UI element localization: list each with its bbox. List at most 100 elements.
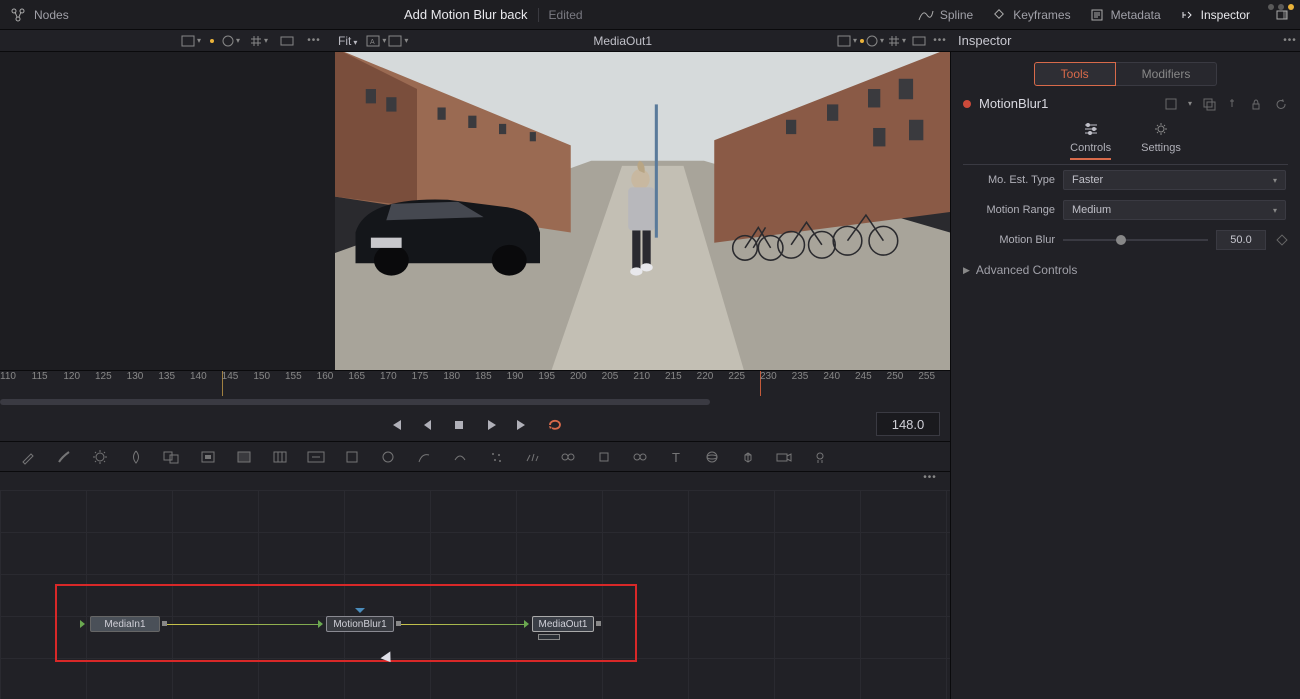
timeline-ruler[interactable]: 1101151201251301351401451501551601651701… <box>0 370 950 396</box>
ruler-tick: 225 <box>728 371 745 382</box>
controls-subtab[interactable]: Controls <box>1070 121 1111 160</box>
loop-button[interactable] <box>546 416 564 434</box>
stop-button[interactable] <box>450 416 468 434</box>
settings-subtab[interactable]: Settings <box>1141 121 1181 160</box>
motion-blur-slider[interactable] <box>1063 230 1208 250</box>
nodes-toggle[interactable]: Nodes <box>34 8 69 22</box>
nodes-icon <box>10 7 26 23</box>
go-start-button[interactable] <box>386 416 404 434</box>
grid-icon[interactable]: ▾ <box>248 32 270 50</box>
more-menu-center[interactable]: ••• <box>930 35 950 46</box>
node-motionblur1[interactable]: MotionBlur1 <box>326 616 394 632</box>
ruler-tick: 110 <box>0 371 16 382</box>
scrub-bar[interactable] <box>0 396 950 408</box>
paint-tool-icon[interactable] <box>18 447 38 467</box>
pin-icon[interactable] <box>1226 97 1240 111</box>
view-a-icon[interactable]: A▾ <box>365 32 387 50</box>
spline-icon <box>918 7 934 23</box>
shape3d-icon[interactable] <box>702 447 722 467</box>
versions-icon[interactable] <box>1164 97 1178 111</box>
mo-est-type-select[interactable]: Faster ▾ <box>1063 170 1286 190</box>
resize-icon[interactable] <box>306 447 326 467</box>
ruler-tick: 190 <box>507 371 524 382</box>
3d-icon[interactable] <box>594 447 614 467</box>
ruler-tick: 220 <box>697 371 714 382</box>
inspector-icon <box>1179 7 1195 23</box>
node-mediain1[interactable]: MediaIn1 <box>90 616 160 632</box>
motion-range-select[interactable]: Medium ▾ <box>1063 200 1286 220</box>
go-end-button[interactable] <box>514 416 532 434</box>
single-view2-icon[interactable] <box>908 32 930 50</box>
transport-controls: 148.0 <box>0 408 950 442</box>
node-input-port[interactable] <box>318 620 323 628</box>
keyframes-toggle[interactable]: Keyframes <box>991 7 1070 23</box>
ellipse-icon[interactable] <box>378 447 398 467</box>
ruler-tick: 130 <box>127 371 144 382</box>
nodes-label: Nodes <box>34 8 69 22</box>
play-button[interactable] <box>482 416 500 434</box>
node-graph-menu[interactable]: ••• <box>920 472 940 490</box>
node-graph[interactable]: ••• MediaIn1 MotionBlur1 MediaOut1 <box>0 472 950 699</box>
fit-dropdown[interactable]: Fit▾ <box>330 34 365 48</box>
ruler-tick: 135 <box>158 371 175 382</box>
polygon-icon[interactable] <box>414 447 434 467</box>
svg-text:A: A <box>370 39 375 46</box>
label: Spline <box>940 8 973 22</box>
ruler-tick: 245 <box>855 371 872 382</box>
node-label: MediaOut1 <box>539 619 588 630</box>
motion-blur-value[interactable]: 50.0 <box>1216 230 1266 250</box>
node-thumbnail <box>538 634 560 640</box>
particles-icon[interactable] <box>486 447 506 467</box>
view-b-icon[interactable]: ▾ <box>387 32 409 50</box>
grid2-icon[interactable]: ▾ <box>886 32 908 50</box>
camera-icon[interactable] <box>774 447 794 467</box>
advanced-controls-toggle[interactable]: ▶ Advanced Controls <box>951 255 1300 285</box>
rectangle-icon[interactable] <box>342 447 362 467</box>
metadata-toggle[interactable]: Metadata <box>1089 7 1161 23</box>
tab-modifiers[interactable]: Modifiers <box>1116 62 1218 86</box>
node-input-port[interactable] <box>80 620 85 628</box>
light-icon[interactable] <box>810 447 830 467</box>
viewer-toolbar: ▾ ▾ ▾ ••• Fit▾ A▾ ▾ MediaOut1 ▾ ▾ ▾ ••• … <box>0 30 1300 52</box>
more-menu-left[interactable]: ••• <box>304 35 324 46</box>
copy-icon[interactable] <box>1202 97 1216 111</box>
inspector-toggle[interactable]: Inspector <box>1179 7 1250 23</box>
node-output-port[interactable] <box>596 621 601 626</box>
tab-tools[interactable]: Tools <box>1034 62 1116 86</box>
spline-toggle[interactable]: Spline <box>918 7 973 23</box>
blur-tool-icon[interactable] <box>126 447 146 467</box>
particles3-icon[interactable] <box>558 447 578 467</box>
brightness-icon[interactable] <box>90 447 110 467</box>
view-mode-icon[interactable]: ▾ <box>180 32 202 50</box>
ruler-tick: 210 <box>633 371 650 382</box>
cube-icon[interactable] <box>738 447 758 467</box>
globe-icon[interactable]: ▾ <box>220 32 242 50</box>
keyframe-toggle[interactable] <box>1276 234 1287 245</box>
bspline-icon[interactable] <box>450 447 470 467</box>
merge-icon[interactable] <box>162 447 182 467</box>
3d-merge-icon[interactable] <box>630 447 650 467</box>
view-mode2-icon[interactable]: ▾ <box>836 32 858 50</box>
matte-icon[interactable] <box>198 447 218 467</box>
step-back-button[interactable] <box>418 416 436 434</box>
globe2-icon[interactable]: ▾ <box>864 32 886 50</box>
value: Faster <box>1072 174 1103 186</box>
particles2-icon[interactable] <box>522 447 542 467</box>
label: Advanced Controls <box>976 263 1077 277</box>
more-menu-inspector[interactable]: ••• <box>1280 35 1300 46</box>
ruler-tick: 170 <box>380 371 397 382</box>
viewer-preview[interactable] <box>335 52 950 370</box>
node-mediaout1[interactable]: MediaOut1 <box>532 616 594 632</box>
label: Keyframes <box>1013 8 1070 22</box>
brush-tool-icon[interactable] <box>54 447 74 467</box>
transform-icon[interactable] <box>270 447 290 467</box>
lock-icon[interactable] <box>1250 97 1264 111</box>
single-view-icon[interactable] <box>276 32 298 50</box>
frame-counter[interactable]: 148.0 <box>876 412 940 436</box>
ruler-tick: 215 <box>665 371 682 382</box>
label: Controls <box>1070 142 1111 154</box>
text-icon[interactable]: T <box>666 447 686 467</box>
crop-icon[interactable] <box>234 447 254 467</box>
reset-icon[interactable] <box>1274 97 1288 111</box>
node-input-port[interactable] <box>524 620 529 628</box>
